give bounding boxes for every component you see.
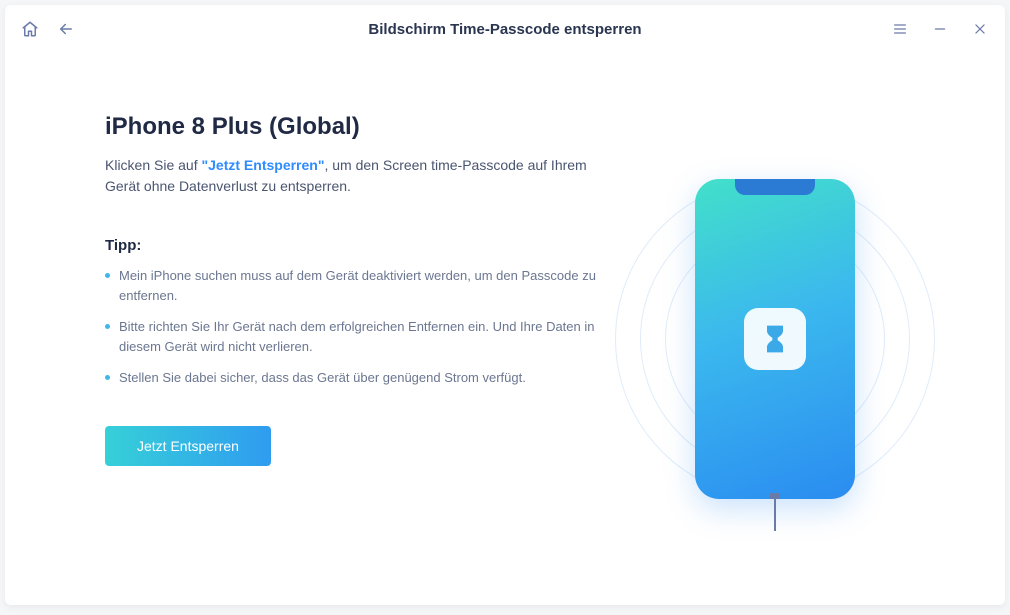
- tip-item: Stellen Sie dabei sicher, dass das Gerät…: [105, 368, 605, 388]
- app-window: Bildschirm Time-Passcode entsperren iPho…: [5, 5, 1005, 605]
- desc-prefix: Klicken Sie auf: [105, 157, 202, 173]
- titlebar-left: [21, 20, 75, 38]
- tip-item: Mein iPhone suchen muss auf dem Gerät de…: [105, 266, 605, 305]
- tip-item: Bitte richten Sie Ihr Gerät nach dem erf…: [105, 317, 605, 356]
- unlock-now-button[interactable]: Jetzt Entsperren: [105, 426, 271, 466]
- phone-illustration: [635, 159, 915, 519]
- phone-body: [695, 179, 855, 499]
- cable-icon: [774, 499, 776, 531]
- close-icon[interactable]: [971, 20, 989, 38]
- window-title: Bildschirm Time-Passcode entsperren: [368, 21, 641, 38]
- minimize-icon[interactable]: [931, 20, 949, 38]
- tips-list: Mein iPhone suchen muss auf dem Gerät de…: [105, 266, 605, 388]
- tips-title: Tipp:: [105, 237, 605, 254]
- hourglass-icon: [744, 308, 806, 370]
- back-icon[interactable]: [57, 20, 75, 38]
- menu-icon[interactable]: [891, 20, 909, 38]
- info-panel: iPhone 8 Plus (Global) Klicken Sie auf "…: [105, 113, 605, 565]
- phone-notch: [735, 179, 815, 195]
- home-icon[interactable]: [21, 20, 39, 38]
- description: Klicken Sie auf "Jetzt Entsperren", um d…: [105, 155, 605, 197]
- device-name: iPhone 8 Plus (Global): [105, 113, 605, 141]
- titlebar: Bildschirm Time-Passcode entsperren: [5, 5, 1005, 53]
- content-area: iPhone 8 Plus (Global) Klicken Sie auf "…: [5, 53, 1005, 605]
- titlebar-right: [891, 20, 989, 38]
- desc-highlight: "Jetzt Entsperren": [202, 157, 325, 173]
- illustration-panel: [605, 113, 945, 565]
